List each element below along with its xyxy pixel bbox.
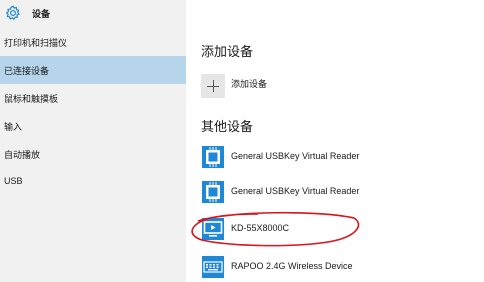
main-content: 添加设备 添加设备 其他设备 General USBKey Virtual Re… bbox=[186, 0, 484, 282]
add-device-label: 添加设备 bbox=[231, 79, 268, 89]
sidebar-item-label: 输入 bbox=[4, 122, 23, 132]
keyboard-icon bbox=[202, 256, 224, 278]
device-item[interactable]: RAPOO 2.4G Wireless Device bbox=[201, 255, 471, 282]
device-name: KD-55X8000C bbox=[231, 223, 290, 233]
app-title: 设备 bbox=[32, 9, 51, 19]
sidebar-item-label: 已连接设备 bbox=[4, 66, 50, 76]
sidebar-item-label: 鼠标和触摸板 bbox=[4, 94, 59, 104]
sidebar-item-label: 自动播放 bbox=[4, 150, 41, 160]
add-device-button[interactable]: 添加设备 bbox=[201, 72, 461, 100]
sidebar-item-label: 打印机和扫描仪 bbox=[4, 38, 68, 48]
other-devices-heading: 其他设备 bbox=[201, 119, 254, 134]
add-devices-heading: 添加设备 bbox=[201, 44, 254, 59]
sidebar-item-mouse-touchpad[interactable]: 鼠标和触摸板 bbox=[0, 84, 186, 112]
device-item[interactable]: KD-55X8000C bbox=[201, 217, 471, 245]
sidebar: 设备 打印机和扫描仪 已连接设备 鼠标和触摸板 输入 自动播放 USB bbox=[0, 0, 186, 282]
settings-window: 设备 打印机和扫描仪 已连接设备 鼠标和触摸板 输入 自动播放 USB 添加设备… bbox=[0, 0, 484, 282]
chip-icon bbox=[202, 146, 224, 168]
device-name: General USBKey Virtual Reader bbox=[231, 151, 360, 161]
sidebar-item-typing[interactable]: 输入 bbox=[0, 112, 186, 140]
device-item[interactable]: General USBKey Virtual Reader bbox=[201, 145, 471, 173]
sidebar-item-usb[interactable]: USB bbox=[0, 168, 186, 196]
gear-icon[interactable] bbox=[5, 5, 21, 21]
display-icon bbox=[202, 218, 224, 240]
app-header: 设备 bbox=[0, 0, 186, 28]
sidebar-item-printers[interactable]: 打印机和扫描仪 bbox=[0, 28, 186, 56]
device-name: General USBKey Virtual Reader bbox=[231, 186, 360, 196]
sidebar-item-connected-devices[interactable]: 已连接设备 bbox=[0, 56, 186, 84]
chip-icon bbox=[202, 181, 224, 203]
device-item[interactable]: General USBKey Virtual Reader bbox=[201, 180, 471, 208]
sidebar-item-label: USB bbox=[4, 176, 23, 186]
sidebar-item-autoplay[interactable]: 自动播放 bbox=[0, 140, 186, 168]
plus-icon bbox=[201, 74, 225, 98]
device-name: RAPOO 2.4G Wireless Device bbox=[231, 261, 353, 271]
